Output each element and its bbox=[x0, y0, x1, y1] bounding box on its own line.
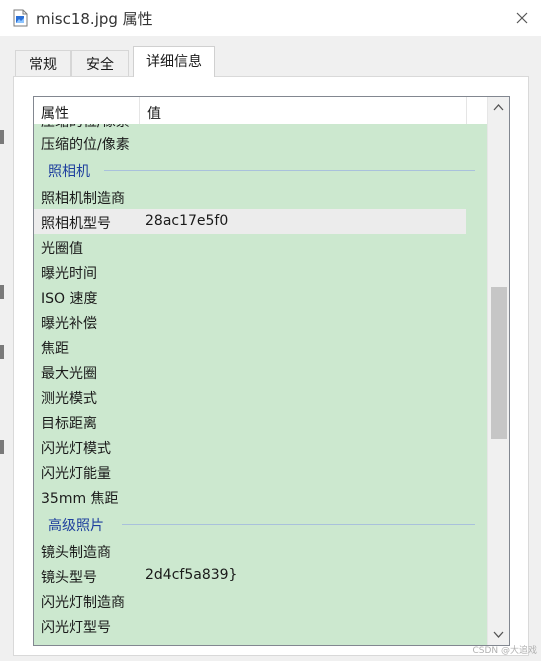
details-list: 属性 值 压缩的位/像素 压缩的位/像素 照相机 照相机制造商 照相机型号 28… bbox=[33, 96, 510, 646]
tab-security-label: 安全 bbox=[86, 57, 114, 73]
list-item-label: 焦距 bbox=[41, 341, 69, 357]
tab-details-label: 详细信息 bbox=[146, 54, 202, 70]
background-window-edge bbox=[0, 130, 4, 144]
column-header-value-label: 值 bbox=[147, 106, 161, 122]
list-item[interactable]: 闪光灯模式 bbox=[34, 434, 487, 459]
list-item[interactable]: 闪光灯制造商 bbox=[34, 588, 487, 613]
list-item[interactable]: 镜头型号 2d4cf5a839} bbox=[34, 563, 487, 588]
group-divider bbox=[122, 524, 475, 525]
list-item[interactable]: 曝光时间 bbox=[34, 259, 487, 284]
list-item[interactable]: 曝光补偿 bbox=[34, 309, 487, 334]
tab-security[interactable]: 安全 bbox=[71, 50, 129, 76]
list-item-label: 曝光补偿 bbox=[41, 316, 97, 332]
list-item[interactable]: 闪光灯能量 bbox=[34, 459, 487, 484]
group-header-camera[interactable]: 照相机 bbox=[34, 157, 487, 182]
list-item-label: 曝光时间 bbox=[41, 266, 97, 282]
list-item[interactable]: 光圈值 bbox=[34, 234, 487, 259]
vertical-scrollbar[interactable] bbox=[487, 97, 509, 645]
list-item-label: 测光模式 bbox=[41, 391, 97, 407]
list-item-label: 压缩的位/像素 bbox=[41, 137, 130, 153]
group-label: 高级照片 bbox=[48, 518, 104, 534]
list-item[interactable]: 闪光灯型号 bbox=[34, 613, 487, 638]
list-item-label: 闪光灯模式 bbox=[41, 441, 111, 457]
list-item[interactable]: 测光模式 bbox=[34, 384, 487, 409]
group-label: 照相机 bbox=[48, 164, 90, 180]
tab-general[interactable]: 常规 bbox=[15, 50, 71, 76]
list-item-value: 28ac17e5f0 bbox=[145, 213, 229, 229]
column-header-property-label: 属性 bbox=[41, 106, 69, 122]
group-header-advanced[interactable]: 高级照片 bbox=[34, 511, 487, 536]
list-item-label: 镜头型号 bbox=[41, 570, 97, 586]
property-rows: 压缩的位/像素 压缩的位/像素 照相机 照相机制造商 照相机型号 28ac17e… bbox=[34, 124, 487, 645]
list-item-label: 目标距离 bbox=[41, 416, 97, 432]
watermark: CSDN @大追戏 bbox=[472, 646, 537, 656]
list-item-label: 35mm 焦距 bbox=[41, 491, 119, 507]
list-item-label: 照相机制造商 bbox=[41, 191, 125, 207]
list-item[interactable]: 最大光圈 bbox=[34, 359, 487, 384]
list-item-selected[interactable]: 照相机型号 28ac17e5f0 bbox=[34, 209, 466, 234]
list-item[interactable]: ISO 速度 bbox=[34, 284, 487, 309]
list-item[interactable]: 镜头制造商 bbox=[34, 538, 487, 563]
scrollbar-thumb[interactable] bbox=[491, 287, 507, 439]
list-item-label: ISO 速度 bbox=[41, 291, 98, 307]
list-item[interactable]: 焦距 bbox=[34, 334, 487, 359]
window-title: misc18.jpg 属性 bbox=[36, 10, 153, 28]
list-item[interactable]: 35mm 焦距 bbox=[34, 484, 487, 509]
list-item-label: 镜头制造商 bbox=[41, 545, 111, 561]
list-item-label: 最大光圈 bbox=[41, 366, 97, 382]
list-item-label: 闪光灯能量 bbox=[41, 466, 111, 482]
list-item[interactable]: 压缩的位/像素 bbox=[34, 130, 487, 155]
close-icon[interactable] bbox=[508, 4, 536, 32]
scroll-up-icon[interactable] bbox=[492, 101, 505, 114]
scroll-down-icon[interactable] bbox=[492, 628, 505, 641]
list-item-value: 2d4cf5a839} bbox=[145, 567, 238, 583]
list-item-label: 光圈值 bbox=[41, 241, 83, 257]
image-file-icon bbox=[13, 9, 28, 27]
tab-general-label: 常规 bbox=[29, 57, 57, 73]
group-divider bbox=[104, 170, 475, 171]
column-header-value[interactable]: 值 bbox=[140, 97, 467, 124]
background-window-edge bbox=[0, 285, 4, 299]
list-item[interactable]: 照相机制造商 bbox=[34, 184, 487, 209]
column-header-property[interactable]: 属性 bbox=[34, 97, 140, 124]
list-item-label: 照相机型号 bbox=[41, 216, 111, 232]
list-item[interactable]: 目标距离 bbox=[34, 409, 487, 434]
tab-details[interactable]: 详细信息 bbox=[133, 46, 215, 77]
background-window-edge bbox=[0, 440, 4, 454]
list-item-label: 闪光灯型号 bbox=[41, 620, 111, 636]
list-item-label: 闪光灯制造商 bbox=[41, 595, 125, 611]
column-header: 属性 值 bbox=[34, 97, 487, 124]
background-window-edge bbox=[0, 345, 4, 359]
title-bar: misc18.jpg 属性 bbox=[0, 0, 541, 36]
